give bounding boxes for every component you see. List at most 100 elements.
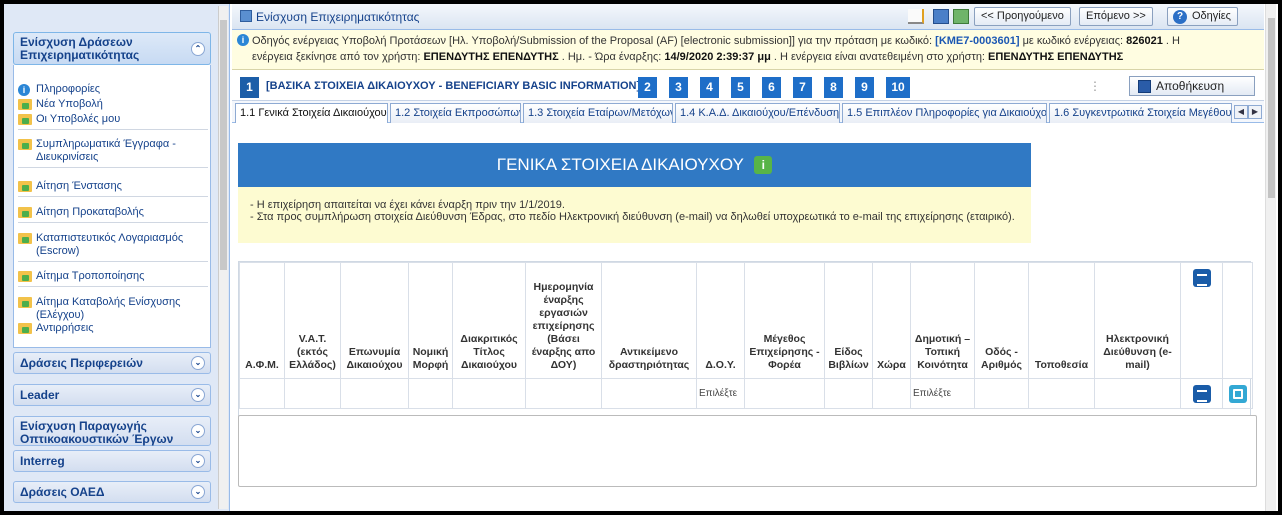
sidebar-item-escrow[interactable]: Καταπιστευτικός Λογαριασμός (Escrow) [18, 232, 208, 262]
step-9-button[interactable]: 9 [855, 77, 874, 98]
menu-panel: i Πληροφορίες Νέα Υποβολή Οι Υποβολές μο… [13, 65, 211, 348]
cell-legal-form[interactable] [408, 378, 453, 409]
sidebar-item-my-submissions[interactable]: Οι Υποβολές μου [18, 113, 208, 130]
notes-icon[interactable] [908, 9, 924, 24]
list-view-icon[interactable] [1192, 384, 1211, 403]
sidebar-item-advance-payment[interactable]: Αίτηση Προκαταβολής [18, 206, 208, 223]
chevron-down-icon[interactable]: ⌄ [191, 356, 205, 370]
tab-scroll-left-icon[interactable]: ◀ [1234, 105, 1248, 119]
grid-view-icon[interactable] [933, 9, 949, 24]
step-6-button[interactable]: 6 [762, 77, 781, 98]
accordion-group-audiovisual[interactable]: Ενίσχυση Παραγωγής Οπτικοακουστικών Έργω… [13, 416, 211, 446]
accordion-group-label: Ενίσχυση Δράσεων Επιχειρηματικότητας [20, 35, 140, 62]
scrollbar-thumb[interactable] [220, 20, 227, 270]
folder-icon [18, 139, 32, 150]
step-8-button[interactable]: 8 [824, 77, 843, 98]
step-4-button[interactable]: 4 [700, 77, 719, 98]
step-7-button[interactable]: 7 [793, 77, 812, 98]
sidebar-item-info[interactable]: i Πληροφορίες [18, 83, 208, 96]
cell-vat[interactable] [284, 378, 341, 409]
municipality-select[interactable]: Επιλέξτε [910, 378, 975, 409]
tab-scroll-right-icon[interactable]: ▶ [1248, 105, 1262, 119]
cell-location[interactable] [1028, 378, 1095, 409]
sidebar: Ενίσχυση Δράσεων Επιχειρηματικότητας ⌃ i… [4, 4, 230, 511]
image-icon[interactable] [953, 9, 969, 24]
cell-size[interactable] [744, 378, 825, 409]
sidebar-item-supplementary-docs[interactable]: Συμπληρωματικά Έγγραφα - Διευκρινίσεις [18, 138, 208, 168]
sidebar-item-label: Αντιρρήσεις [36, 322, 94, 334]
chevron-down-icon[interactable]: ⌄ [191, 424, 205, 438]
cell-start-date[interactable] [525, 378, 602, 409]
cell-email[interactable] [1094, 378, 1181, 409]
tab-general-info[interactable]: 1.1 Γενικά Στοιχεία Δικαιούχου [235, 103, 388, 124]
chevron-down-icon[interactable]: ⌄ [191, 454, 205, 468]
cell-books-type[interactable] [824, 378, 873, 409]
cell-name[interactable] [340, 378, 409, 409]
sidebar-item-payment-request[interactable]: Αίτημα Καταβολής Ενίσχυσης (Ελέγχου) [18, 296, 208, 322]
accordion-group-leader[interactable]: Leader ⌄ [13, 384, 211, 406]
column-header: Α.Φ.Μ. [239, 262, 285, 379]
save-button[interactable]: Αποθήκευση [1129, 76, 1255, 96]
sidebar-item-modification-request[interactable]: Αίτημα Τροποποίησης [18, 270, 208, 287]
folder-icon [18, 297, 32, 308]
cell-country[interactable] [872, 378, 911, 409]
scrollbar-thumb[interactable] [1268, 18, 1275, 198]
step-5-button[interactable]: 5 [731, 77, 750, 98]
step-10-button[interactable]: 10 [886, 77, 910, 98]
sidebar-item-label: Πληροφορίες [36, 83, 101, 95]
tab-additional-info[interactable]: 1.5 Επιπλέον Πληροφορίες για Δικαιούχο [842, 103, 1047, 123]
notice-line-1: Οδηγός ενέργειας Υποβολή Προτάσεων [Ηλ. … [252, 35, 1180, 47]
table-row: Επιλέξτε Επιλέξτε [239, 378, 1253, 409]
folder-icon [18, 181, 32, 192]
tab-partners[interactable]: 1.3 Στοιχεία Εταίρων/Μετόχων [523, 103, 673, 123]
tab-representatives[interactable]: 1.2 Στοιχεία Εκπροσώπων [390, 103, 521, 123]
step-1-button[interactable]: 1 [240, 77, 259, 98]
cell-list-action [1180, 378, 1223, 409]
comments-textarea[interactable] [238, 415, 1257, 487]
help-button[interactable]: ? Οδηγίες [1167, 7, 1238, 26]
column-header: Αντικείμενο δραστηριότητας [601, 262, 697, 379]
cell-afm[interactable] [239, 378, 285, 409]
sidebar-item-new-submission[interactable]: Νέα Υποβολή [18, 98, 208, 111]
chevron-down-icon[interactable]: ⌄ [191, 485, 205, 499]
window-icon [240, 10, 252, 22]
sidebar-item-label: Αίτημα Τροποποίησης [36, 270, 145, 282]
accordion-group-interreg[interactable]: Interreg ⌄ [13, 450, 211, 472]
accordion-group-entrepreneurship[interactable]: Ενίσχυση Δράσεων Επιχειρηματικότητας ⌃ [13, 32, 211, 65]
sidebar-item-counter-claims[interactable]: Αντιρρήσεις [18, 322, 208, 335]
sidebar-item-objection-request[interactable]: Αίτηση Ένστασης [18, 180, 208, 197]
title-bar: Ενίσχυση Επιχειρηματικότητας << Προηγούμ… [232, 4, 1264, 30]
accordion-group-oaed[interactable]: Δράσεις ΟΑΕΔ ⌄ [13, 481, 211, 503]
help-icon: ? [1173, 10, 1187, 24]
cell-distinctive-title[interactable] [452, 378, 526, 409]
more-options-icon[interactable]: ⋮ [1089, 79, 1101, 93]
window-title: Ενίσχυση Επιχειρηματικότητας [240, 10, 419, 24]
tab-kad[interactable]: 1.4 Κ.Α.Δ. Δικαιούχου/Επένδυσης [675, 103, 840, 123]
info-icon: i [237, 34, 249, 46]
tab-size-summary[interactable]: 1.6 Συγκεντρωτικά Στοιχεία Μεγέθου [1049, 103, 1232, 123]
cell-activity[interactable] [601, 378, 697, 409]
cell-street[interactable] [974, 378, 1029, 409]
doy-select[interactable]: Επιλέξτε [696, 378, 745, 409]
step-bar: 1 [ΒΑΣΙΚΑ ΣΤΟΙΧΕΙΑ ΔΙΚΑΙΟΥΧΟΥ - BENEFICI… [232, 71, 1264, 101]
chevron-up-icon[interactable]: ⌃ [191, 41, 205, 56]
sidebar-scrollbar[interactable] [218, 6, 228, 509]
sidebar-item-label: Οι Υποβολές μου [36, 113, 121, 125]
folder-icon [18, 99, 32, 110]
list-view-icon[interactable] [1192, 269, 1211, 287]
edit-icon[interactable] [1228, 384, 1247, 403]
accordion-group-label: Ενίσχυση Παραγωγής Οπτικοακουστικών Έργω… [20, 419, 174, 446]
column-header: Ημερομηνία έναρξης εργασιών επιχείρησης … [525, 262, 602, 379]
accordion-group-regions[interactable]: Δράσεις Περιφερειών ⌄ [13, 352, 211, 374]
previous-button[interactable]: << Προηγούμενο [974, 7, 1071, 26]
step-2-button[interactable]: 2 [638, 77, 657, 98]
main-scrollbar[interactable] [1265, 4, 1276, 511]
accordion-group-label: Interreg [20, 454, 65, 468]
info-icon[interactable]: i [754, 156, 773, 174]
column-header: Είδος Βιβλίων [824, 262, 873, 379]
chevron-down-icon[interactable]: ⌄ [191, 388, 205, 402]
accordion-group-label: Δράσεις ΟΑΕΔ [20, 485, 105, 499]
next-button[interactable]: Επόμενο >> [1079, 7, 1153, 26]
step-3-button[interactable]: 3 [669, 77, 688, 98]
section-header: ΓΕΝΙΚΑ ΣΤΟΙΧΕΙΑ ΔΙΚΑΙΟΥΧΟΥ i [238, 143, 1031, 187]
